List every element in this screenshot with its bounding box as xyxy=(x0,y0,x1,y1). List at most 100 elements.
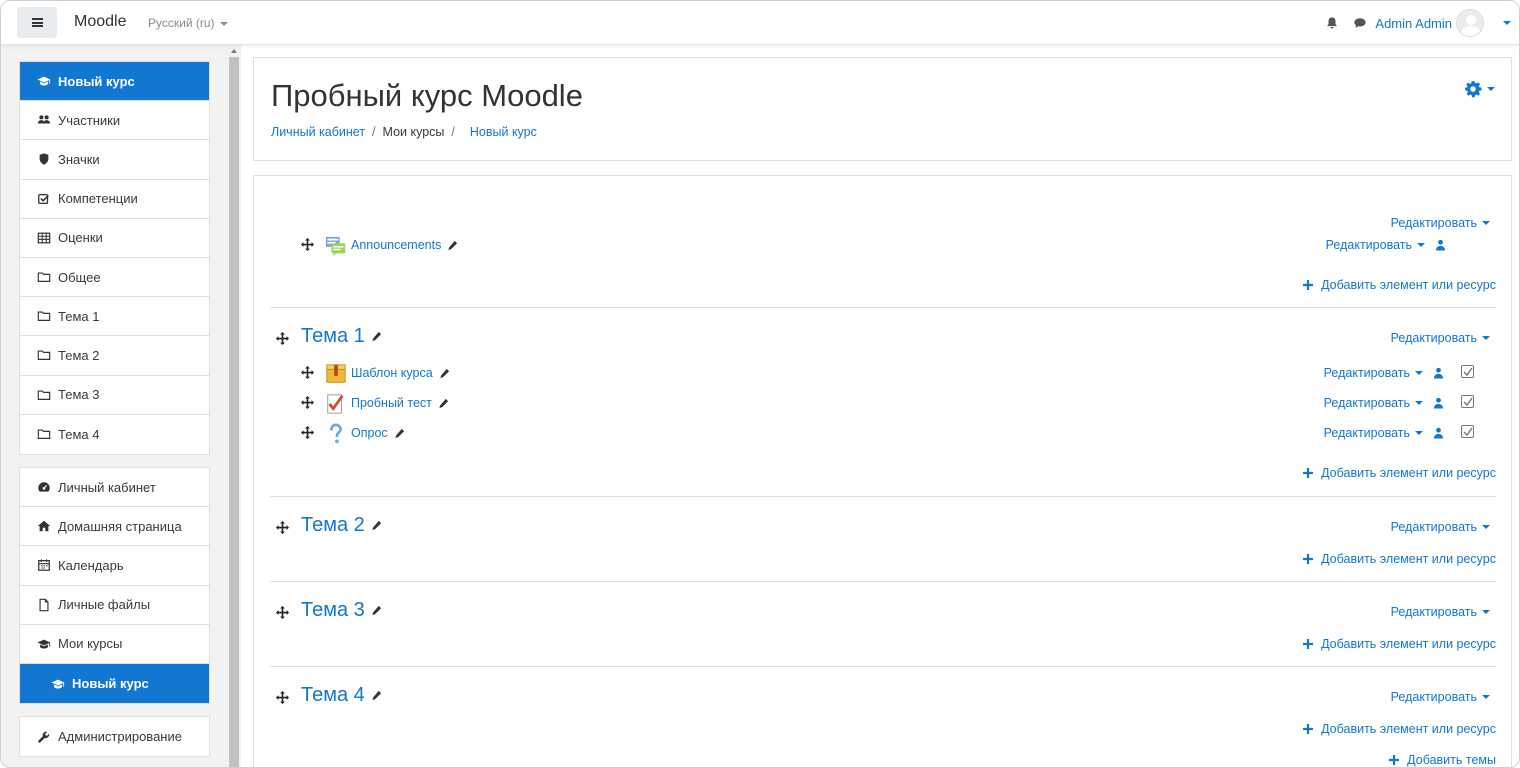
sidebar-item-topic-4[interactable]: Тема 4 xyxy=(20,415,209,454)
user-role-icon[interactable] xyxy=(1433,397,1444,409)
drawer-toggle-button[interactable] xyxy=(17,7,57,38)
section-edit-menu[interactable]: Редактировать xyxy=(1391,216,1490,230)
user-menu-caret-icon[interactable] xyxy=(1503,21,1511,25)
dashboard-icon xyxy=(38,482,50,492)
activity-edit-menu[interactable]: Редактировать xyxy=(1326,238,1446,252)
breadcrumb-separator: / xyxy=(372,125,376,139)
bell-icon[interactable] xyxy=(1325,16,1339,30)
section-title[interactable]: Тема 1 xyxy=(301,325,382,348)
graduation-cap-icon xyxy=(37,639,51,649)
breadcrumb-separator: / xyxy=(451,125,455,139)
pencil-icon[interactable] xyxy=(438,398,449,409)
sidebar-item-my-courses[interactable]: Мои курсы xyxy=(20,625,209,664)
move-icon[interactable] xyxy=(301,366,314,379)
add-activity-label: Добавить элемент или ресурс xyxy=(1321,552,1496,566)
sidebar-item-participants[interactable]: Участники xyxy=(20,101,209,141)
sidebar-item-competencies[interactable]: Компетенции xyxy=(20,180,209,219)
scroll-up-arrow-icon[interactable] xyxy=(231,49,237,53)
add-topics-label: Добавить темы xyxy=(1407,753,1496,767)
user-role-icon[interactable] xyxy=(1435,239,1446,251)
move-icon[interactable] xyxy=(301,396,314,409)
folder-icon xyxy=(37,350,51,361)
gear-icon xyxy=(1465,81,1482,98)
sidebar-item-label: Тема 3 xyxy=(58,387,100,403)
sidebar-item-grades[interactable]: Оценки xyxy=(20,219,209,258)
pencil-icon[interactable] xyxy=(371,520,382,531)
folder-icon xyxy=(37,272,51,282)
check-icon xyxy=(1463,397,1473,407)
sidebar-item-dashboard[interactable]: Личный кабинет xyxy=(20,468,209,508)
breadcrumb-my-courses[interactable]: Мои курсы xyxy=(383,125,445,139)
move-icon[interactable] xyxy=(276,691,289,704)
chat-icon[interactable] xyxy=(1353,16,1367,30)
breadcrumb-dashboard[interactable]: Личный кабинет xyxy=(271,125,365,139)
edit-label: Редактировать xyxy=(1323,366,1410,380)
move-icon[interactable] xyxy=(301,426,314,439)
sidebar-item-calendar[interactable]: Календарь xyxy=(20,546,209,586)
sidebar-item-label: Личный кабинет xyxy=(58,479,156,495)
sidebar-item-label: Тема 1 xyxy=(58,308,100,324)
sidebar-item-home[interactable]: Домашняя страница xyxy=(20,507,209,547)
add-activity-button[interactable]: Добавить элемент или ресурс xyxy=(1303,466,1496,480)
forum-icon xyxy=(325,236,346,257)
add-activity-button[interactable]: Добавить элемент или ресурс xyxy=(1303,552,1496,566)
sidebar-item-badges[interactable]: Значки xyxy=(20,140,209,180)
chevron-down-icon xyxy=(1482,221,1490,225)
course-content: Редактировать Announcements Редактироват… xyxy=(253,175,1512,767)
move-icon[interactable] xyxy=(276,332,289,345)
completion-checkbox[interactable] xyxy=(1461,425,1474,438)
sidebar-item-topic-3[interactable]: Тема 3 xyxy=(20,376,209,415)
section-title[interactable]: Тема 2 xyxy=(301,514,382,537)
pencil-icon[interactable] xyxy=(439,368,450,379)
sidebar-item-topic-2[interactable]: Тема 2 xyxy=(20,336,209,376)
section-title-text: Тема 4 xyxy=(301,684,365,706)
move-icon[interactable] xyxy=(276,521,289,534)
add-activity-button[interactable]: Добавить элемент или ресурс xyxy=(1303,278,1496,292)
sidebar-item-topic-1[interactable]: Тема 1 xyxy=(20,297,209,337)
sidebar-item-general[interactable]: Общее xyxy=(20,258,209,298)
move-icon[interactable] xyxy=(301,238,314,251)
add-topics-button[interactable]: Добавить темы xyxy=(1389,753,1496,767)
drawer-scrollbar-thumb[interactable] xyxy=(229,57,239,767)
user-role-icon[interactable] xyxy=(1433,427,1444,439)
section-edit-menu[interactable]: Редактировать xyxy=(1391,331,1490,345)
sidebar-item-current-course[interactable]: Новый курс xyxy=(20,663,209,704)
activity-link[interactable]: Шаблон курса xyxy=(351,366,450,380)
breadcrumb-course[interactable]: Новый курс xyxy=(470,125,537,139)
sidebar-item-administration[interactable]: Администрирование xyxy=(20,717,209,756)
completion-checkbox[interactable] xyxy=(1461,395,1474,408)
pencil-icon[interactable] xyxy=(394,428,405,439)
activity-link[interactable]: Пробный тест xyxy=(351,396,449,410)
site-brand[interactable]: Moodle xyxy=(74,13,126,31)
avatar[interactable] xyxy=(1456,9,1484,37)
language-menu[interactable]: Русский (ru) xyxy=(148,16,228,30)
add-activity-label: Добавить элемент или ресурс xyxy=(1321,466,1496,480)
section-title[interactable]: Тема 3 xyxy=(301,599,382,622)
pencil-icon[interactable] xyxy=(371,331,382,342)
completion-checkbox[interactable] xyxy=(1461,365,1474,378)
pencil-icon[interactable] xyxy=(447,240,458,251)
pencil-icon[interactable] xyxy=(371,690,382,701)
sidebar-item-label: Администрирование xyxy=(58,729,182,745)
section-edit-menu[interactable]: Редактировать xyxy=(1391,520,1490,534)
section-topic-4: Тема 4 Редактировать Добавить элемент ил… xyxy=(270,666,1496,767)
edit-label: Редактировать xyxy=(1390,605,1477,619)
add-activity-button[interactable]: Добавить элемент или ресурс xyxy=(1303,722,1496,736)
course-settings-menu[interactable] xyxy=(1464,80,1495,98)
sidebar-item-label: Мои курсы xyxy=(58,636,123,652)
section-edit-menu[interactable]: Редактировать xyxy=(1391,605,1490,619)
sidebar-item-course[interactable]: Новый курс xyxy=(20,62,209,102)
activity-edit-menu[interactable]: Редактировать xyxy=(1324,426,1444,440)
move-icon[interactable] xyxy=(276,606,289,619)
user-role-icon[interactable] xyxy=(1433,367,1444,379)
activity-link[interactable]: Опрос xyxy=(351,426,405,440)
activity-edit-menu[interactable]: Редактировать xyxy=(1324,366,1444,380)
activity-link[interactable]: Announcements xyxy=(351,238,458,252)
activity-edit-menu[interactable]: Редактировать xyxy=(1324,396,1444,410)
user-name[interactable]: Admin Admin xyxy=(1375,16,1452,31)
sidebar-item-private-files[interactable]: Личные файлы xyxy=(20,586,209,625)
pencil-icon[interactable] xyxy=(371,605,382,616)
section-title[interactable]: Тема 4 xyxy=(301,684,382,707)
add-activity-button[interactable]: Добавить элемент или ресурс xyxy=(1303,637,1496,651)
section-edit-menu[interactable]: Редактировать xyxy=(1391,690,1490,704)
